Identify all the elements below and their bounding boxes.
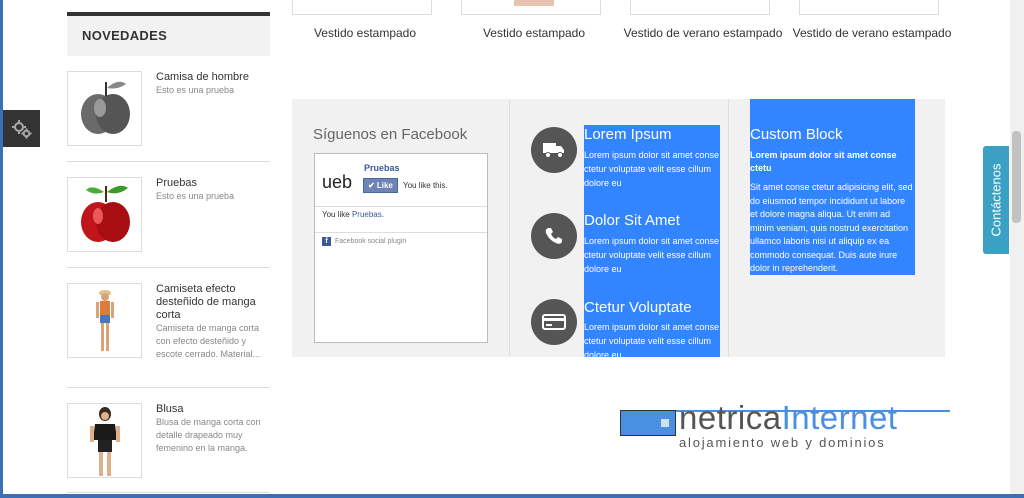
logo-tagline: alojamiento web y dominios (679, 435, 886, 450)
divider (67, 492, 270, 493)
facebook-page-picture[interactable]: ueb (322, 172, 352, 193)
feature-title: Ctetur Voluptate (584, 299, 692, 316)
facebook-page-name[interactable]: Pruebas (364, 163, 400, 173)
feature-text: Lorem ipsum dolor sit amet conse ctetur … (584, 322, 720, 360)
window-bottom-border (0, 494, 1024, 498)
product-caption[interactable]: Vestido estampado (454, 25, 614, 42)
product-description: Esto es una prueba (156, 85, 235, 95)
product-card[interactable] (461, 0, 601, 15)
facebook-like-box: ueb Pruebas ✔ Like You like this. You li… (314, 153, 488, 343)
divider (315, 206, 487, 207)
feature-text: Lorem ipsum dolor sit amet conse ctetur … (584, 236, 720, 274)
settings-panel-toggle[interactable] (3, 110, 40, 147)
feature-icon-circle (531, 213, 577, 259)
credit-card-icon (542, 314, 566, 330)
feature-icon-circle (531, 127, 577, 173)
like-label: Like (376, 181, 393, 190)
feature-title: Dolor Sit Amet (584, 212, 680, 229)
product-thumbnail-tshirt-model[interactable] (67, 283, 142, 358)
facebook-like-button[interactable]: ✔ Like (363, 178, 398, 193)
feature-text: Lorem ipsum dolor sit amet conse ctetur … (584, 150, 720, 188)
phone-icon (545, 228, 562, 244)
custom-block-subtitle: Lorem ipsum dolor sit amet conse ctetu (750, 150, 897, 173)
you-like-page-text: You like Pruebas. (322, 210, 384, 219)
logo-part-2: Internet (781, 399, 898, 436)
divider (67, 387, 270, 388)
feature-icon-circle (531, 299, 577, 345)
product-caption[interactable]: Vestido de verano estampado (792, 25, 952, 42)
logo-part-1: netrica (679, 399, 782, 436)
product-thumbnail-grey-apple[interactable] (67, 71, 142, 146)
product-name[interactable]: Camisa de hombre (156, 71, 266, 84)
scrollbar-thumb[interactable] (1012, 131, 1021, 223)
product-card[interactable] (292, 0, 432, 15)
contact-tab-button[interactable]: Contáctenos (983, 146, 1009, 254)
facebook-plugin-footer[interactable]: f Facebook social plugin (322, 237, 406, 246)
product-name[interactable]: Pruebas (156, 177, 266, 190)
sidebar-title: NOVEDADES (67, 16, 270, 56)
product-description: Blusa de manga corta con detalle drapead… (156, 417, 261, 453)
scrollbar-track[interactable] (1010, 0, 1024, 494)
column-divider (509, 99, 510, 357)
feature-title: Lorem Ipsum (584, 126, 672, 143)
product-description: Camiseta de manga corta con efecto deste… (156, 323, 261, 359)
product-card[interactable] (799, 0, 939, 15)
product-thumbnail-red-apple[interactable] (67, 177, 142, 252)
new-products-sidebar: NOVEDADES Camisa de hombre Esto es una p… (67, 0, 270, 498)
divider (67, 267, 270, 268)
column-divider (728, 99, 729, 357)
custom-block-title: Custom Block (750, 126, 843, 143)
you-like-page-link[interactable]: Pruebas (352, 210, 382, 219)
gears-icon (11, 119, 31, 138)
divider (67, 161, 270, 162)
plugin-label: Facebook social plugin (335, 238, 407, 245)
window-left-border (0, 0, 3, 498)
custom-block-text: Sit amet conse ctetur adipisicing elit, … (750, 182, 913, 273)
product-thumbnail-blouse-model[interactable] (67, 403, 142, 478)
thumbs-up-icon: ✔ (368, 181, 375, 190)
product-caption[interactable]: Vestido de verano estampado (623, 25, 783, 42)
product-description: Esto es una prueba (156, 191, 235, 201)
logo-mark-square (661, 419, 669, 427)
product-card[interactable] (630, 0, 770, 15)
contact-tab-label: Contáctenos (988, 163, 1004, 237)
divider (315, 232, 487, 233)
product-name[interactable]: Blusa (156, 403, 266, 416)
you-like-this-text: You like this. (403, 181, 448, 190)
facebook-section-title: Síguenos en Facebook (313, 126, 468, 143)
company-logo[interactable]: netricaInternet (679, 398, 897, 438)
truck-icon (543, 143, 564, 158)
facebook-icon: f (322, 237, 331, 246)
you-like-suffix: . (381, 210, 384, 219)
product-name[interactable]: Camiseta efecto desteñido de manga corta (156, 283, 266, 322)
you-like-prefix: You like (322, 210, 352, 219)
product-caption[interactable]: Vestido estampado (285, 25, 445, 42)
